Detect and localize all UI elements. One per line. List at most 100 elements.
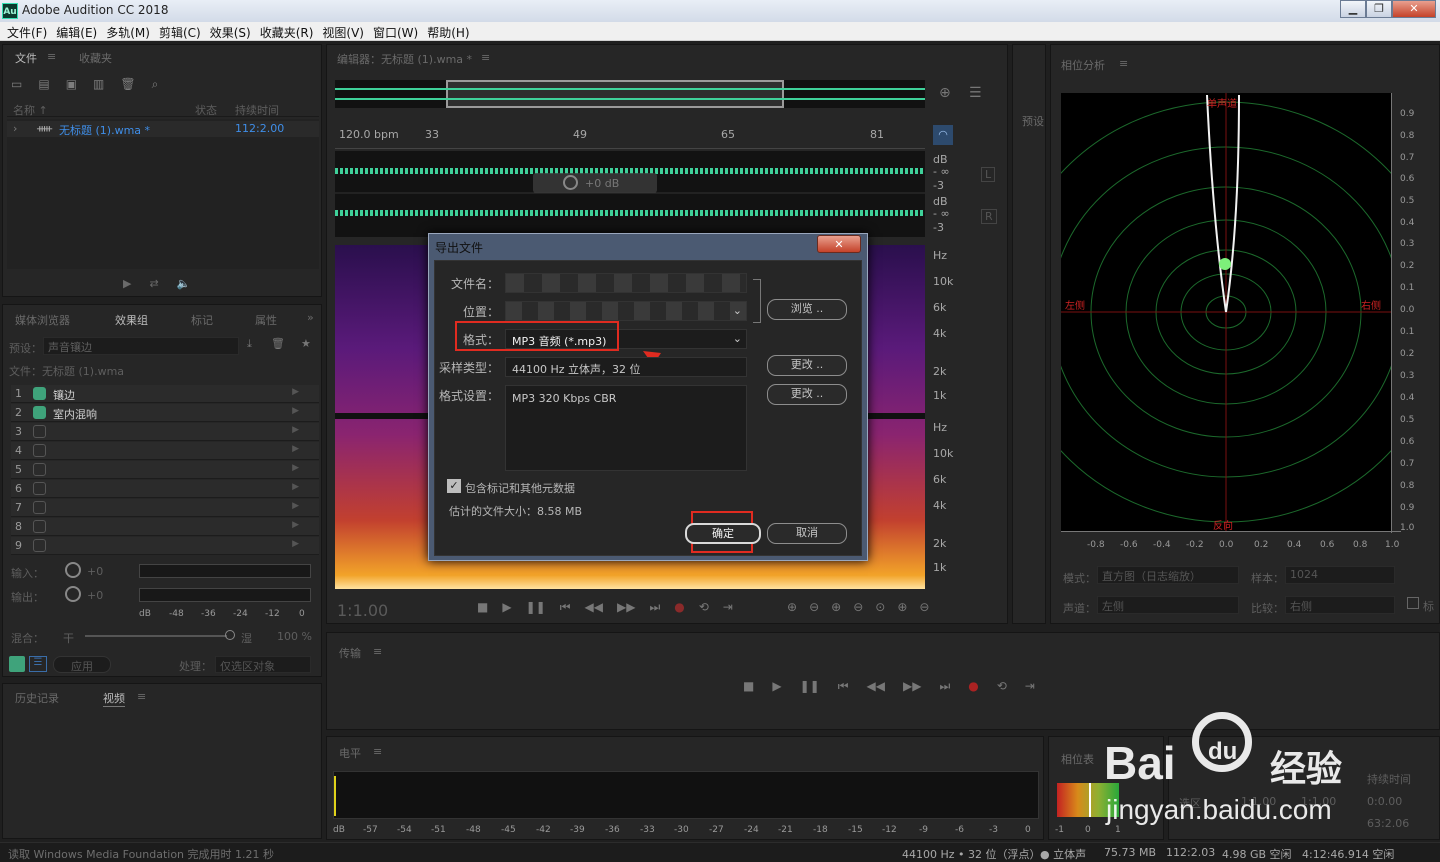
transport-loop-icon[interactable]: ⟲ — [997, 679, 1007, 694]
delete-icon[interactable]: 🗑 — [120, 77, 135, 92]
stop-icon[interactable]: ■ — [477, 600, 488, 615]
transport-go-end-icon[interactable]: ⏭ — [939, 679, 950, 694]
tab-markers[interactable]: 标记 — [191, 312, 213, 328]
new-file-icon[interactable]: ▣ — [66, 77, 77, 92]
tab-effects-rack[interactable]: 效果组 — [115, 312, 148, 328]
file-row[interactable]: › ᚔ 无标题 (1).wma * 112:2.00 — [7, 121, 319, 137]
transport-skip-icon[interactable]: ⇥ — [1025, 679, 1035, 694]
col-duration[interactable]: 持续时间 — [235, 102, 279, 118]
transport-stop-icon[interactable]: ■ — [743, 679, 754, 694]
power-icon[interactable] — [33, 539, 46, 552]
channel-select[interactable]: 左侧 — [1097, 596, 1239, 614]
dialog-close-icon[interactable]: ✕ — [817, 235, 861, 253]
input-gain-knob[interactable] — [65, 562, 81, 578]
rack-slot-5[interactable]: 5 ▶ — [11, 461, 319, 479]
save-preset-icon[interactable]: ⤓ — [247, 337, 252, 351]
go-start-icon[interactable]: ⏮ — [560, 600, 571, 615]
rack-slot-9[interactable]: 9 ▶ — [11, 537, 319, 555]
filename-input[interactable] — [505, 273, 747, 293]
power-icon[interactable] — [33, 463, 46, 476]
apply-button[interactable]: 应用 — [53, 656, 111, 673]
go-end-icon[interactable]: ⏭ — [649, 600, 660, 615]
transport-forward-icon[interactable]: ▶▶ — [903, 679, 921, 694]
zoom-region-icon[interactable]: ⊕ — [939, 85, 951, 101]
headphone-icon[interactable]: ◠ — [933, 125, 953, 145]
insert-icon[interactable]: ▥ — [93, 77, 104, 92]
menu-favorites[interactable]: 收藏夹(R) — [257, 22, 320, 40]
mode-select[interactable]: 直方图（日志缩放） — [1097, 566, 1239, 584]
tab-media-browser[interactable]: 媒体浏览器 — [15, 312, 70, 328]
tab-files[interactable]: 文件 — [15, 50, 37, 66]
marker-checkbox[interactable] — [1407, 597, 1419, 609]
menu-effects[interactable]: 效果(S) — [207, 22, 257, 40]
zoom-in-selection-icon[interactable]: ⊕ — [897, 600, 907, 614]
pause-icon[interactable]: ❚❚ — [526, 600, 546, 615]
channel-l-button[interactable]: L — [981, 167, 996, 182]
tab-properties[interactable]: 属性 — [255, 312, 277, 328]
hud-knob-icon[interactable] — [563, 175, 578, 190]
panel-menu-icon[interactable]: ≡ — [373, 745, 382, 758]
menu-view[interactable]: 视图(V) — [319, 22, 370, 40]
selection-duration[interactable]: 0:0.00 — [1367, 795, 1402, 808]
hud-volume[interactable]: +0 dB — [533, 173, 657, 193]
mix-slider[interactable] — [85, 635, 227, 637]
tab-history[interactable]: 历史记录 — [15, 690, 59, 706]
slot-arrow-icon[interactable]: ▶ — [292, 539, 299, 549]
panel-menu-icon[interactable]: ≡ — [1119, 57, 1128, 70]
compare-select[interactable]: 右侧 — [1285, 596, 1395, 614]
browse-button[interactable]: 浏览 .. — [767, 299, 847, 320]
slot-arrow-icon[interactable]: ▶ — [292, 387, 299, 397]
record-icon[interactable]: ● — [674, 600, 684, 615]
forward-icon[interactable]: ▶▶ — [617, 600, 635, 615]
slot-arrow-icon[interactable]: ▶ — [292, 501, 299, 511]
sample-select[interactable]: 1024 — [1285, 566, 1395, 584]
timeline-ruler[interactable]: 120.0 bpm 33 49 65 81 — [335, 125, 925, 149]
panel-overflow-icon[interactable]: » — [307, 311, 314, 324]
rack-slot-4[interactable]: 4 ▶ — [11, 442, 319, 460]
minimize-button[interactable]: ▁ — [1340, 0, 1366, 18]
favorite-star-icon[interactable]: ★ — [301, 337, 311, 350]
power-icon[interactable] — [33, 444, 46, 457]
view-duration[interactable]: 63:2.06 — [1367, 817, 1409, 830]
power-icon[interactable] — [33, 406, 46, 419]
change-format-button[interactable]: 更改 .. — [767, 384, 847, 405]
play-icon[interactable]: ▶ — [502, 600, 511, 615]
rack-slot-3[interactable]: 3 ▶ — [11, 423, 319, 441]
loop-icon[interactable]: ⇄ — [149, 277, 158, 290]
mix-slider-handle[interactable] — [225, 630, 235, 640]
channel-r-button[interactable]: R — [981, 209, 997, 224]
panel-menu-icon[interactable]: ≡ — [373, 645, 382, 658]
ok-button[interactable]: 确定 — [685, 523, 761, 544]
waveform-display[interactable] — [335, 151, 925, 237]
panel-menu-icon[interactable]: ≡ — [47, 50, 56, 63]
col-name[interactable]: 名称 ↑ — [13, 102, 48, 118]
power-icon[interactable] — [33, 501, 46, 514]
cancel-button[interactable]: 取消 — [767, 523, 847, 544]
rack-list-icon[interactable]: ☰ — [29, 656, 47, 672]
transport-play-icon[interactable]: ▶ — [772, 679, 781, 694]
rack-slot-1[interactable]: 1 镶边 ▶ — [11, 385, 319, 403]
change-sample-button[interactable]: 更改 .. — [767, 355, 847, 376]
slot-arrow-icon[interactable]: ▶ — [292, 425, 299, 435]
transport-record-icon[interactable]: ● — [968, 679, 978, 694]
zoom-in-amp-icon[interactable]: ⊕ — [787, 600, 797, 614]
slot-arrow-icon[interactable]: ▶ — [292, 444, 299, 454]
location-select[interactable]: ⌄ — [505, 301, 747, 321]
overview-waveform[interactable] — [335, 80, 925, 108]
menu-window[interactable]: 窗口(W) — [370, 22, 424, 40]
format-dropdown-icon[interactable]: ⌄ — [733, 332, 742, 345]
panel-menu-icon[interactable]: ≡ — [137, 690, 146, 703]
power-icon[interactable] — [33, 387, 46, 400]
rack-slot-6[interactable]: 6 ▶ — [11, 480, 319, 498]
power-icon[interactable] — [33, 482, 46, 495]
panel-menu-icon[interactable]: ≡ — [481, 51, 490, 64]
power-icon[interactable] — [33, 520, 46, 533]
loop-playback-icon[interactable]: ⟲ — [699, 600, 709, 615]
rewind-icon[interactable]: ◀◀ — [585, 600, 603, 615]
menu-help[interactable]: 帮助(H) — [424, 22, 475, 40]
rack-slot-8[interactable]: 8 ▶ — [11, 518, 319, 536]
col-status[interactable]: 状态 — [195, 102, 217, 118]
editor-tab[interactable]: 编辑器：无标题 (1).wma * — [337, 51, 472, 67]
tab-favorites[interactable]: 收藏夹 — [79, 50, 112, 66]
rack-power-icon[interactable] — [9, 656, 25, 672]
